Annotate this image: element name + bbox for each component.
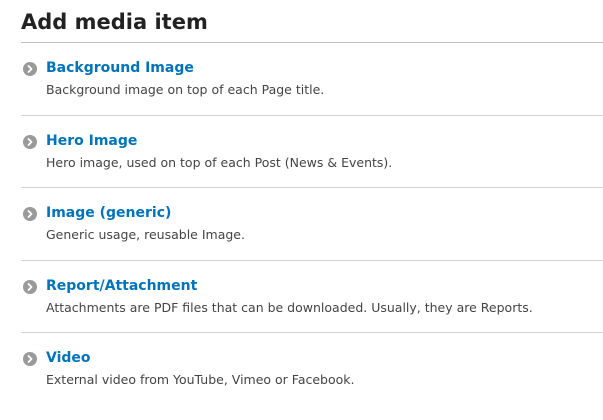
- item-description: External video from YouTube, Vimeo or Fa…: [46, 372, 355, 387]
- add-media-page: Add media item Background Image Backgrou…: [0, 0, 603, 420]
- page-title: Add media item: [21, 0, 603, 43]
- item-description: Background image on top of each Page tit…: [46, 82, 325, 97]
- item-description: Hero image, used on top of each Post (Ne…: [46, 154, 393, 170]
- list-item-hero-image: Hero Image Hero image, used on top of ea…: [21, 116, 603, 188]
- chevron-right-icon: [23, 207, 37, 221]
- list-item-report-attachment: Report/Attachment Attachments are PDF fi…: [21, 261, 603, 333]
- list-item-video: Video External video from YouTube, Vimeo…: [21, 333, 603, 406]
- chevron-right-icon: [23, 62, 37, 76]
- image-generic-link[interactable]: Image (generic): [46, 204, 171, 222]
- chevron-right-icon: [23, 134, 37, 149]
- list-item-background-image: Background Image Background image on top…: [21, 43, 603, 116]
- chevron-right-icon: [23, 279, 37, 294]
- item-description: Attachments are PDF files that can be do…: [46, 299, 533, 315]
- list-item-image-generic: Image (generic) Generic usage, reusable …: [21, 188, 603, 261]
- media-type-list: Background Image Background image on top…: [21, 43, 603, 406]
- item-description: Generic usage, reusable Image.: [46, 227, 245, 242]
- chevron-right-icon: [23, 352, 37, 366]
- video-link[interactable]: Video: [46, 349, 91, 367]
- report-attachment-link[interactable]: Report/Attachment: [46, 277, 197, 295]
- hero-image-link[interactable]: Hero Image: [46, 132, 137, 150]
- background-image-link[interactable]: Background Image: [46, 59, 194, 77]
